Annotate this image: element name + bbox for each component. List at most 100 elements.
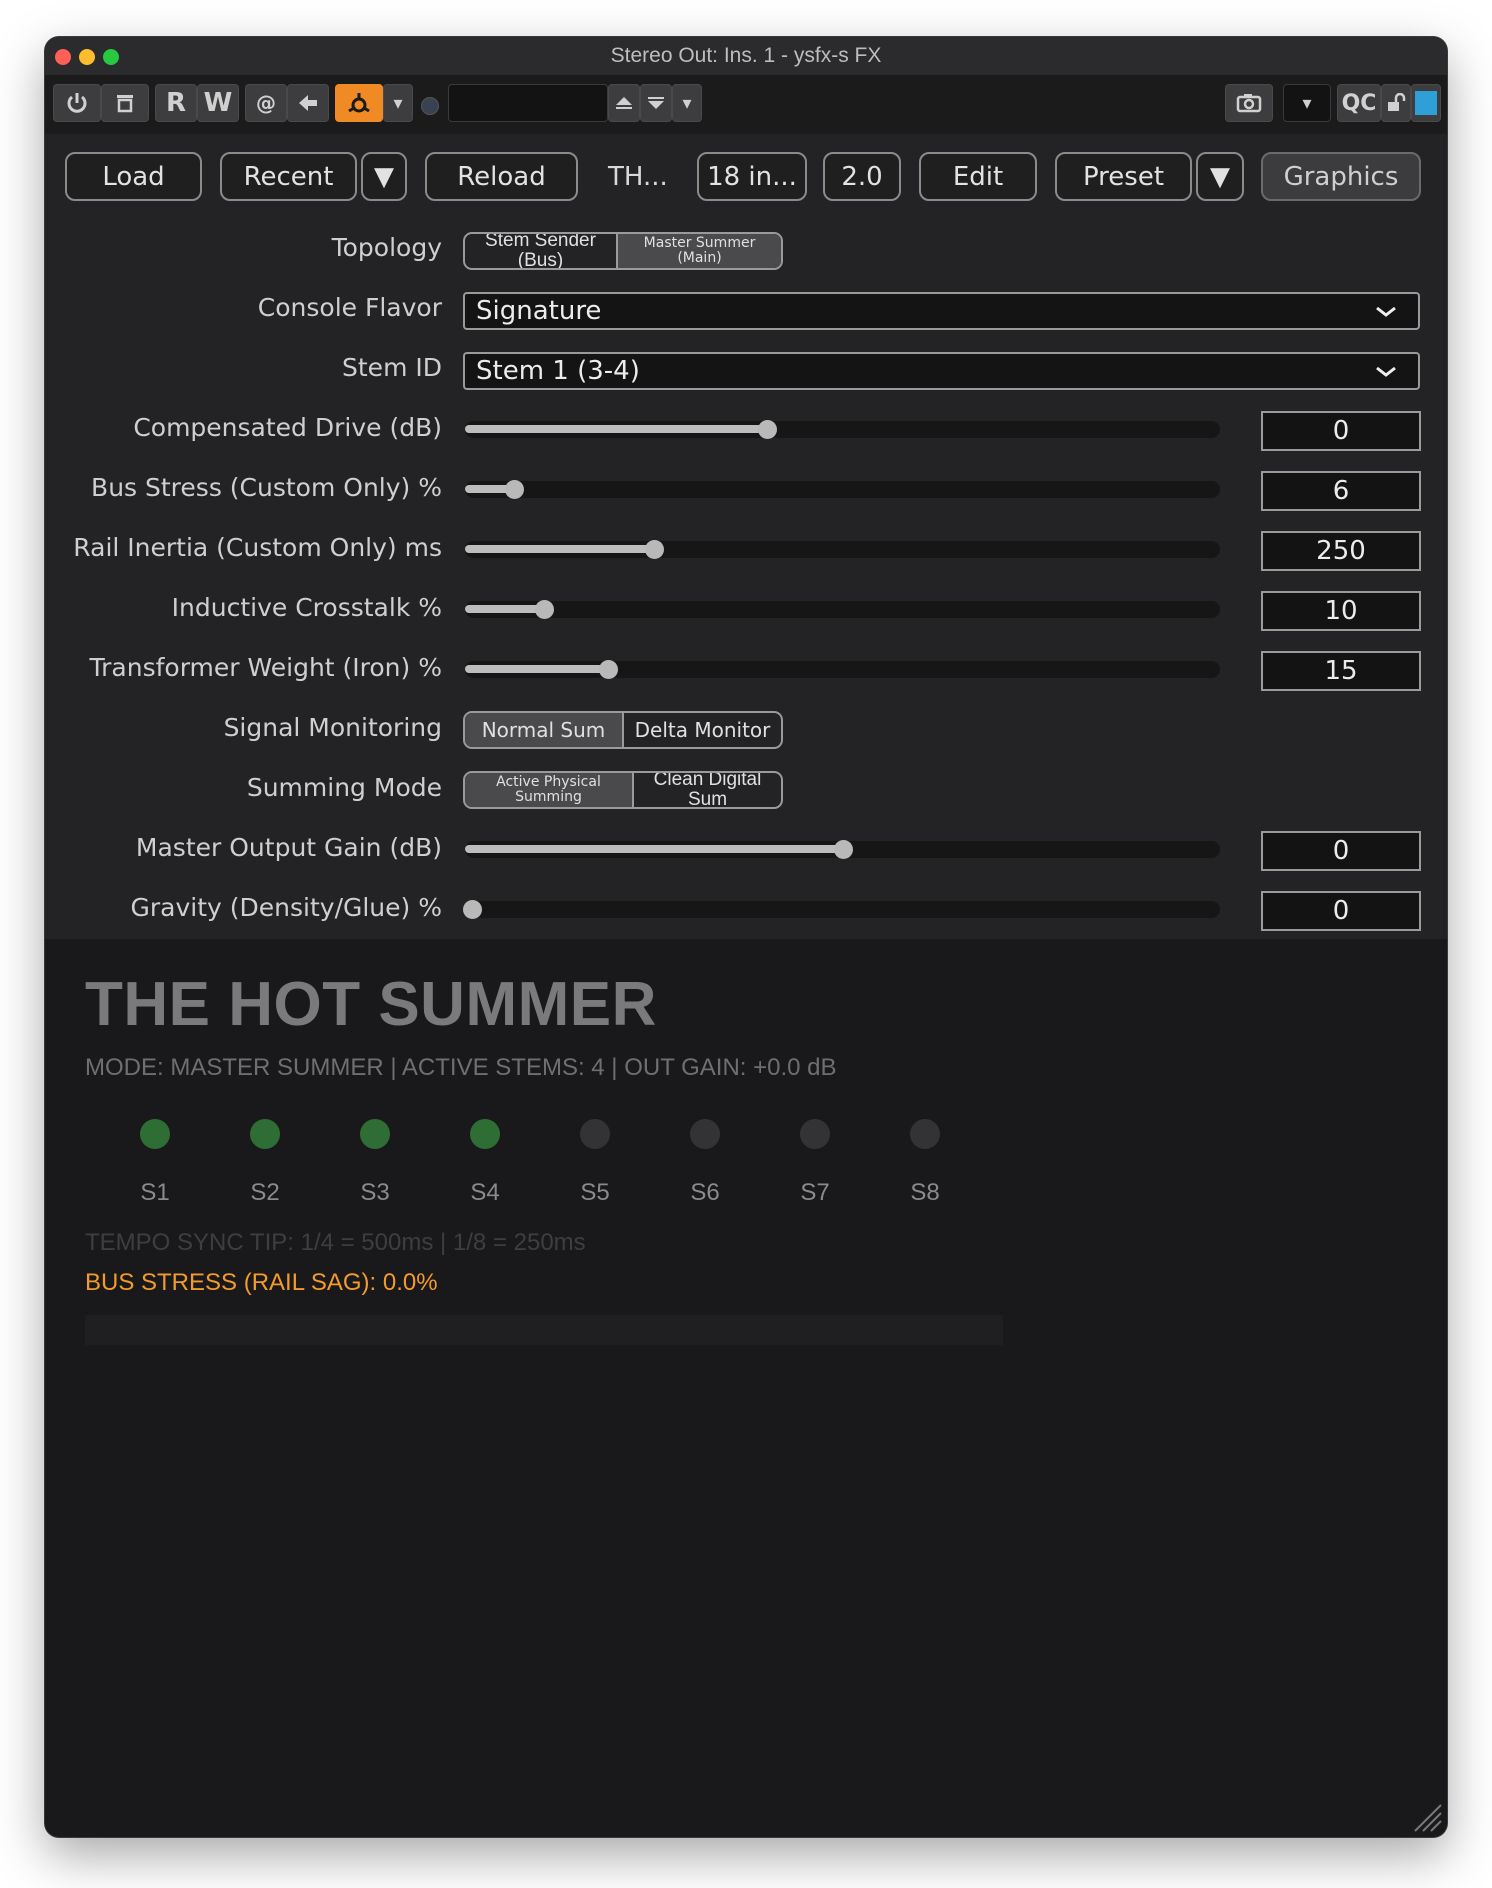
inductive-crosstalk-slider[interactable] bbox=[465, 600, 1220, 619]
summing-mode-option-active-physical[interactable]: Active Physical Summing bbox=[465, 773, 632, 807]
preset-dropdown-button[interactable]: ▾ bbox=[672, 84, 702, 122]
bus-stress-value[interactable]: 6 bbox=[1261, 471, 1421, 511]
transformer-weight-label: Transformer Weight (Iron) % bbox=[89, 653, 442, 682]
state-indicator bbox=[421, 97, 439, 115]
io-button[interactable]: 18 in... bbox=[697, 152, 807, 201]
stem-led-3 bbox=[360, 1119, 390, 1149]
plugin-window: Stereo Out: Ins. 1 - ysfx-s FX R W @ ▾ ▾… bbox=[45, 37, 1447, 1837]
camera-icon bbox=[1236, 94, 1262, 113]
inductive-crosstalk-value[interactable]: 10 bbox=[1261, 591, 1421, 631]
master-output-gain-label: Master Output Gain (dB) bbox=[135, 833, 442, 862]
resize-grip-icon[interactable] bbox=[1409, 1799, 1443, 1833]
stem-id-label: Stem ID bbox=[342, 353, 442, 382]
bypass-button[interactable] bbox=[53, 84, 101, 122]
preset-menu-button[interactable]: ▼ bbox=[1196, 152, 1244, 201]
mode-status: MODE: MASTER SUMMER | ACTIVE STEMS: 4 | … bbox=[85, 1054, 837, 1081]
transformer-weight-slider[interactable] bbox=[465, 660, 1220, 679]
bus-stress-label: Bus Stress (Custom Only) % bbox=[91, 473, 442, 502]
slider-thumb[interactable] bbox=[833, 840, 853, 859]
blue-square-icon bbox=[1415, 91, 1437, 115]
rail-inertia-slider[interactable] bbox=[465, 540, 1220, 559]
display-title: THE HOT SUMMER bbox=[85, 970, 657, 1039]
graphics-button[interactable]: Graphics bbox=[1261, 152, 1421, 201]
signal-monitoring-label: Signal Monitoring bbox=[223, 713, 442, 742]
reload-button[interactable]: Reload bbox=[425, 152, 578, 201]
slider-fill bbox=[465, 845, 843, 853]
slider-thumb[interactable] bbox=[463, 900, 482, 919]
options-dropdown-button[interactable]: ▾ bbox=[1283, 84, 1331, 122]
slider-thumb[interactable] bbox=[535, 600, 555, 619]
edit-button[interactable]: Edit bbox=[919, 152, 1037, 201]
rail-inertia-value[interactable]: 250 bbox=[1261, 531, 1421, 571]
stem-label: S5 bbox=[580, 1179, 610, 1206]
topology-option-master-summer[interactable]: Master Summer (Main) bbox=[616, 234, 781, 268]
topology-option-stem-sender[interactable]: Stem Sender (Bus) bbox=[465, 234, 616, 268]
window-title: Stereo Out: Ins. 1 - ysfx-s FX bbox=[610, 44, 882, 67]
routing-dropdown-button[interactable]: ▾ bbox=[383, 84, 413, 122]
arrow-left-icon bbox=[299, 95, 317, 111]
stem-led-1 bbox=[140, 1119, 170, 1149]
compensated-drive-slider[interactable] bbox=[465, 420, 1220, 439]
load-button[interactable]: Load bbox=[65, 152, 202, 201]
stem-led-5 bbox=[580, 1119, 610, 1149]
gravity-slider[interactable] bbox=[463, 900, 1220, 919]
console-flavor-label: Console Flavor bbox=[257, 293, 442, 322]
stem-label: S8 bbox=[910, 1179, 940, 1206]
slider-fill bbox=[465, 605, 545, 613]
signal-monitoring-option-normal-sum[interactable]: Normal Sum bbox=[465, 713, 622, 747]
stem-label: S2 bbox=[250, 1179, 280, 1206]
master-output-gain-value[interactable]: 0 bbox=[1261, 831, 1421, 871]
preset-field[interactable] bbox=[448, 84, 608, 122]
preset-up-button[interactable] bbox=[608, 84, 640, 122]
master-output-gain-slider[interactable] bbox=[465, 840, 1220, 859]
slider-thumb[interactable] bbox=[644, 540, 664, 559]
gravity-value[interactable]: 0 bbox=[1261, 891, 1421, 931]
stem-led-6 bbox=[690, 1119, 720, 1149]
qc-button[interactable]: QC bbox=[1337, 84, 1381, 122]
preset-button[interactable]: Preset bbox=[1055, 152, 1192, 201]
deactivate-button[interactable] bbox=[101, 84, 149, 122]
graphics-display: THE HOT SUMMER MODE: MASTER SUMMER | ACT… bbox=[45, 939, 1447, 1837]
recent-dropdown-button[interactable]: ▼ bbox=[361, 152, 407, 201]
console-flavor-value: Signature bbox=[476, 296, 602, 326]
stem-led-8 bbox=[910, 1119, 940, 1149]
sidechain-button[interactable]: @ bbox=[245, 84, 287, 122]
recent-button[interactable]: Recent bbox=[220, 152, 357, 201]
signal-monitoring-segmented: Normal Sum Delta Monitor bbox=[463, 711, 783, 749]
chevron-down-icon bbox=[1376, 366, 1396, 377]
version-button[interactable]: 2.0 bbox=[823, 152, 901, 201]
summing-mode-label: Summing Mode bbox=[246, 773, 442, 802]
write-automation-button[interactable]: W bbox=[197, 84, 239, 122]
plugin-name: TH... bbox=[608, 161, 668, 192]
slider-thumb[interactable] bbox=[599, 660, 619, 679]
signal-monitoring-option-delta-monitor[interactable]: Delta Monitor bbox=[622, 713, 781, 747]
routing-button[interactable] bbox=[335, 84, 383, 122]
slider-fill bbox=[465, 545, 654, 553]
stem-label: S7 bbox=[800, 1179, 830, 1206]
stem-label: S6 bbox=[690, 1179, 720, 1206]
title-bar: Stereo Out: Ins. 1 - ysfx-s FX bbox=[45, 37, 1447, 76]
fx-chain-toggle[interactable] bbox=[1411, 84, 1441, 122]
bus-stress-readout: BUS STRESS (RAIL SAG): 0.0% bbox=[85, 1269, 438, 1296]
host-toolbar: R W @ ▾ ▾ ▾ QC bbox=[45, 76, 1447, 134]
summing-mode-option-clean-digital[interactable]: Clean Digital Sum bbox=[632, 773, 781, 807]
compensated-drive-value[interactable]: 0 bbox=[1261, 411, 1421, 451]
topology-label: Topology bbox=[331, 233, 442, 262]
stem-label: S4 bbox=[470, 1179, 500, 1206]
lock-button[interactable] bbox=[1381, 84, 1411, 122]
power-icon bbox=[67, 93, 87, 113]
compensated-drive-label: Compensated Drive (dB) bbox=[133, 413, 442, 442]
read-automation-button[interactable]: R bbox=[155, 84, 197, 122]
stem-id-dropdown[interactable]: Stem 1 (3-4) bbox=[463, 352, 1420, 390]
stem-led-2 bbox=[250, 1119, 280, 1149]
snapshot-button[interactable] bbox=[1225, 84, 1273, 122]
console-flavor-dropdown[interactable]: Signature bbox=[463, 292, 1420, 330]
preset-down-button[interactable] bbox=[640, 84, 672, 122]
bus-stress-slider[interactable] bbox=[465, 480, 1220, 499]
previous-button[interactable] bbox=[287, 84, 329, 122]
rail-inertia-label: Rail Inertia (Custom Only) ms bbox=[73, 533, 442, 562]
gravity-label: Gravity (Density/Glue) % bbox=[130, 893, 442, 922]
slider-thumb[interactable] bbox=[758, 420, 777, 439]
transformer-weight-value[interactable]: 15 bbox=[1261, 651, 1421, 691]
slider-thumb[interactable] bbox=[505, 480, 525, 499]
